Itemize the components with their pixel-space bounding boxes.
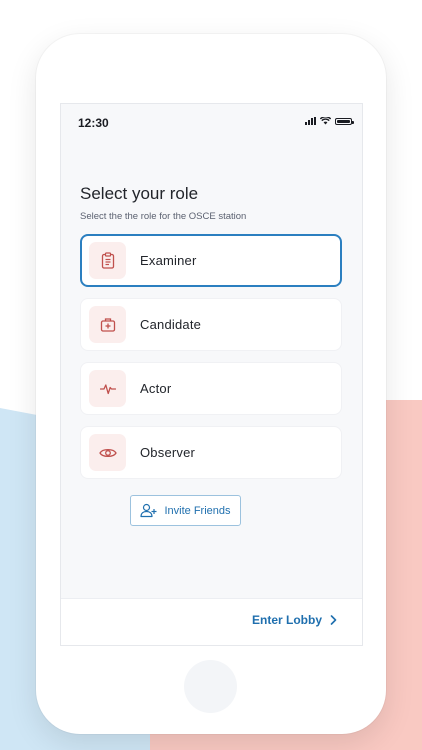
- role-icon-container: [89, 370, 126, 407]
- status-bar: 12:30: [61, 104, 362, 140]
- role-card-observer[interactable]: Observer: [80, 426, 342, 479]
- home-button[interactable]: [184, 660, 237, 713]
- enter-lobby-label: Enter Lobby: [251, 613, 322, 627]
- role-icon-container: [89, 306, 126, 343]
- chevron-right-icon: [330, 615, 337, 625]
- wifi-icon: [320, 117, 331, 125]
- add-user-icon: [140, 503, 157, 518]
- invite-friends-label: Invite Friends: [164, 504, 231, 517]
- role-card-candidate[interactable]: Candidate: [80, 298, 342, 351]
- status-time: 12:30: [78, 116, 109, 130]
- eye-icon: [98, 448, 117, 457]
- role-label: Actor: [140, 381, 172, 396]
- invite-friends-button[interactable]: Invite Friends: [130, 495, 241, 526]
- medical-bag-icon: [100, 318, 115, 332]
- role-label: Candidate: [140, 317, 202, 332]
- clipboard-icon: [101, 252, 114, 269]
- role-label: Observer: [140, 445, 196, 460]
- battery-icon: [335, 117, 354, 125]
- role-card-actor[interactable]: Actor: [80, 362, 342, 415]
- role-card-examiner[interactable]: Examiner: [80, 234, 342, 287]
- page-subtitle: Select the the role for the OSCE station: [80, 211, 247, 222]
- status-icons: [305, 117, 354, 125]
- role-icon-container: [89, 434, 126, 471]
- footer-bar: Enter Lobby: [61, 598, 362, 645]
- app-screen: 12:30 Select your role Select the the ro…: [60, 103, 363, 646]
- enter-lobby-button[interactable]: Enter Lobby: [252, 613, 337, 627]
- page-title: Select your role: [80, 184, 199, 203]
- pulse-icon: [99, 383, 116, 394]
- role-label: Examiner: [140, 253, 197, 268]
- signal-icon: [305, 117, 316, 125]
- role-icon-container: [89, 242, 126, 279]
